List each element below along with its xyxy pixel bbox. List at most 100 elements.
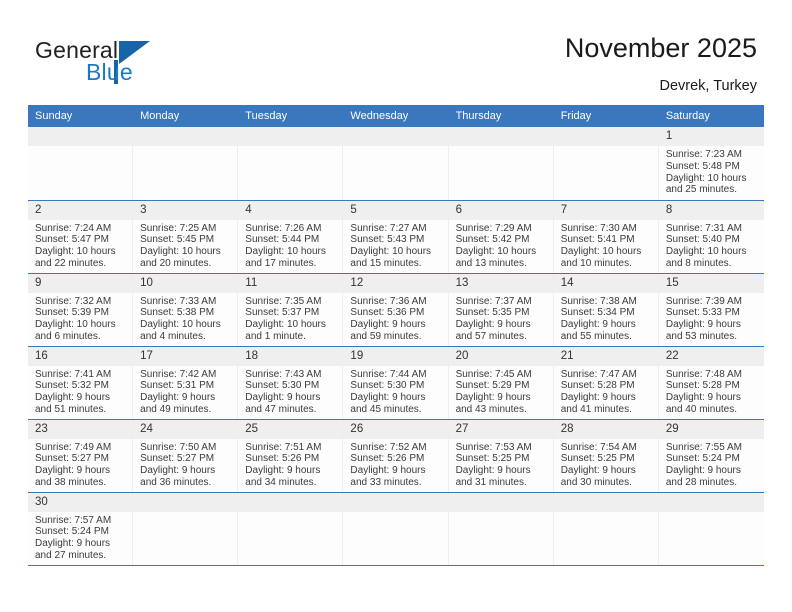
calendar-day-cell[interactable]: 8 Sunrise: 7:31 AM Sunset: 5:40 PM Daylight…: [658, 200, 764, 274]
calendar-day-cell[interactable]: 26 Sunrise: 7:52 AM Sunset: 5:26 PM Dayligh…: [343, 419, 449, 493]
calendar-day-cell[interactable]: 23 Sunrise: 7:49 AM Sunset: 5:27 PM Dayligh…: [28, 419, 134, 493]
calendar-grid: Sunday Monday Tuesday Wednesday Thursday Frid…: [28, 105, 764, 566]
day-cell-inner: [553, 127, 659, 200]
sunset-text: Sunset: 5:39 PM: [35, 307, 109, 319]
daylight-text-line2: and 1 minute.: [245, 330, 306, 342]
day-cell-inner: 5 Sunrise: 7:27 AM Sunset: 5:43 PM Daylight…: [343, 200, 449, 273]
weekday-header-thursday: Thursday: [448, 105, 554, 127]
day-number: [28, 127, 133, 146]
calendar-day-cell[interactable]: 16 Sunrise: 7:41 AM Sunset: 5:32 PM Dayligh…: [28, 346, 134, 420]
daylight-text-line1: Daylight: 9 hours: [350, 465, 426, 477]
day-number: 19: [343, 346, 448, 366]
daylight-text-line1: Daylight: 10 hours: [665, 246, 747, 258]
sunrise-text: Sunrise: 7:44 AM: [350, 368, 427, 380]
sunrise-text: Sunrise: 7:36 AM: [350, 295, 427, 307]
calendar-day-cell[interactable]: 2 Sunrise: 7:24 AM Sunset: 5:47 PM Daylight…: [28, 200, 134, 274]
sunrise-text: Sunrise: 7:23 AM: [665, 149, 742, 160]
day-number: [553, 492, 658, 512]
sunset-text: Sunset: 5:41 PM: [560, 234, 635, 246]
sunrise-text: Sunrise: 7:48 AM: [665, 368, 742, 380]
calendar-day-cell[interactable]: 19 Sunrise: 7:44 AM Sunset: 5:30 PM Dayligh…: [343, 346, 449, 420]
calendar-day-cell[interactable]: 28 Sunrise: 7:54 AM Sunset: 5:25 PM Dayligh…: [553, 419, 659, 493]
calendar-day-cell[interactable]: 27 Sunrise: 7:53 AM Sunset: 5:25 PM Dayligh…: [448, 419, 554, 493]
day-cell-inner: 25 Sunrise: 7:51 AM Sunset: 5:26 PM Dayligh…: [238, 419, 344, 492]
sunset-text: Sunset: 5:25 PM: [560, 453, 635, 465]
sunset-text: Sunset: 5:26 PM: [350, 453, 425, 465]
day-details: Sunrise: 7:51 AM Sunset: 5:26 PM Daylight:…: [238, 439, 342, 489]
sunrise-text: Sunrise: 7:38 AM: [560, 295, 637, 307]
day-cell-inner: 13 Sunrise: 7:37 AM Sunset: 5:35 PM Dayligh…: [448, 273, 554, 346]
brand-logo[interactable]: General Blue: [35, 38, 245, 90]
weekday-header-monday: Monday: [133, 105, 239, 127]
day-details: Sunrise: 7:50 AM Sunset: 5:27 PM Daylight:…: [133, 439, 237, 489]
calendar-week-row: 9 Sunrise: 7:32 AM Sunset: 5:39 PM Daylight…: [28, 273, 764, 347]
day-cell-inner: [238, 492, 344, 565]
page-title: November 2025: [564, 33, 757, 63]
daylight-text-line2: and 22 minutes.: [35, 257, 107, 269]
calendar-day-cell[interactable]: 12 Sunrise: 7:36 AM Sunset: 5:36 PM Dayligh…: [343, 273, 449, 347]
day-number: 12: [343, 273, 448, 293]
calendar-day-cell[interactable]: 9 Sunrise: 7:32 AM Sunset: 5:39 PM Daylight…: [28, 273, 134, 347]
calendar-day-cell[interactable]: 15 Sunrise: 7:39 AM Sunset: 5:33 PM Dayligh…: [658, 273, 764, 347]
day-cell-inner: 30 Sunrise: 7:57 AM Sunset: 5:24 PM Dayligh…: [28, 492, 134, 565]
calendar-day-cell[interactable]: 3 Sunrise: 7:25 AM Sunset: 5:45 PM Daylight…: [133, 200, 239, 274]
calendar-day-cell[interactable]: 11 Sunrise: 7:35 AM Sunset: 5:37 PM Dayligh…: [238, 273, 344, 347]
day-cell-inner: 19 Sunrise: 7:44 AM Sunset: 5:30 PM Dayligh…: [343, 346, 449, 419]
calendar-day-cell[interactable]: 5 Sunrise: 7:27 AM Sunset: 5:43 PM Daylight…: [343, 200, 449, 274]
daylight-text-line1: Daylight: 9 hours: [665, 392, 741, 404]
sunset-text: Sunset: 5:37 PM: [245, 307, 320, 319]
day-number: 14: [553, 273, 658, 293]
day-number: 28: [553, 419, 658, 439]
day-cell-inner: 3 Sunrise: 7:25 AM Sunset: 5:45 PM Daylight…: [133, 200, 239, 273]
day-number: [343, 127, 448, 146]
day-details: Sunrise: 7:43 AM Sunset: 5:30 PM Daylight:…: [238, 366, 342, 416]
sunset-text: Sunset: 5:26 PM: [245, 453, 320, 465]
calendar-day-cell[interactable]: 25 Sunrise: 7:51 AM Sunset: 5:26 PM Dayligh…: [238, 419, 344, 493]
calendar-day-cell[interactable]: 24 Sunrise: 7:50 AM Sunset: 5:27 PM Dayligh…: [133, 419, 239, 493]
daylight-text-line2: and 10 minutes.: [560, 257, 632, 269]
sunrise-text: Sunrise: 7:52 AM: [350, 441, 427, 453]
calendar-day-cell[interactable]: 30 Sunrise: 7:57 AM Sunset: 5:24 PM Dayligh…: [28, 492, 134, 566]
calendar-day-cell-empty: [343, 127, 449, 201]
day-details: Sunrise: 7:44 AM Sunset: 5:30 PM Daylight:…: [343, 366, 447, 416]
day-details: Sunrise: 7:39 AM Sunset: 5:33 PM Daylight:…: [659, 293, 764, 343]
calendar-day-cell[interactable]: 7 Sunrise: 7:30 AM Sunset: 5:41 PM Daylight…: [553, 200, 659, 274]
day-cell-inner: 16 Sunrise: 7:41 AM Sunset: 5:32 PM Dayligh…: [28, 346, 134, 419]
day-cell-inner: 10 Sunrise: 7:33 AM Sunset: 5:38 PM Dayligh…: [133, 273, 239, 346]
calendar-day-cell[interactable]: 4 Sunrise: 7:26 AM Sunset: 5:44 PM Daylight…: [238, 200, 344, 274]
sunrise-text: Sunrise: 7:49 AM: [35, 441, 112, 453]
sunset-text: Sunset: 5:27 PM: [140, 453, 215, 465]
calendar-day-cell-empty: [553, 492, 659, 566]
calendar-day-cell[interactable]: 1 Sunrise: 7:23 AM Sunset: 5:48 PM Daylight…: [658, 127, 764, 201]
day-cell-inner: 8 Sunrise: 7:31 AM Sunset: 5:40 PM Daylight…: [658, 200, 764, 273]
sunset-text: Sunset: 5:28 PM: [665, 380, 740, 392]
sunrise-text: Sunrise: 7:50 AM: [140, 441, 217, 453]
calendar-day-cell-empty: [133, 127, 239, 201]
calendar-table: Sunday Monday Tuesday Wednesday Thursday Frid…: [28, 105, 764, 566]
calendar-day-cell[interactable]: 22 Sunrise: 7:48 AM Sunset: 5:28 PM Dayligh…: [658, 346, 764, 420]
day-number: 26: [343, 419, 448, 439]
day-cell-inner: [133, 127, 239, 200]
daylight-text-line2: and 36 minutes.: [140, 476, 212, 488]
day-cell-inner: [448, 127, 554, 200]
day-cell-inner: 23 Sunrise: 7:49 AM Sunset: 5:27 PM Dayligh…: [28, 419, 134, 492]
calendar-day-cell[interactable]: 10 Sunrise: 7:33 AM Sunset: 5:38 PM Dayligh…: [133, 273, 239, 347]
day-details: Sunrise: 7:25 AM Sunset: 5:45 PM Daylight:…: [133, 220, 237, 270]
day-number: 8: [658, 200, 764, 220]
calendar-week-row: 23 Sunrise: 7:49 AM Sunset: 5:27 PM Dayligh…: [28, 419, 764, 493]
calendar-day-cell[interactable]: 6 Sunrise: 7:29 AM Sunset: 5:42 PM Daylight…: [448, 200, 554, 274]
calendar-day-cell[interactable]: 18 Sunrise: 7:43 AM Sunset: 5:30 PM Dayligh…: [238, 346, 344, 420]
calendar-day-cell[interactable]: 29 Sunrise: 7:55 AM Sunset: 5:24 PM Dayligh…: [658, 419, 764, 493]
daylight-text-line1: Daylight: 9 hours: [560, 319, 636, 331]
calendar-day-cell[interactable]: 14 Sunrise: 7:38 AM Sunset: 5:34 PM Dayligh…: [553, 273, 659, 347]
day-number: 23: [28, 419, 133, 439]
calendar-day-cell[interactable]: 17 Sunrise: 7:42 AM Sunset: 5:31 PM Dayligh…: [133, 346, 239, 420]
calendar-day-cell[interactable]: 20 Sunrise: 7:45 AM Sunset: 5:29 PM Dayligh…: [448, 346, 554, 420]
day-details: Sunrise: 7:45 AM Sunset: 5:29 PM Daylight:…: [449, 366, 553, 416]
sunrise-text: Sunrise: 7:53 AM: [455, 441, 532, 453]
sunrise-text: Sunrise: 7:35 AM: [245, 295, 322, 307]
page-location: Devrek, Turkey: [659, 78, 758, 94]
calendar-day-cell[interactable]: 13 Sunrise: 7:37 AM Sunset: 5:35 PM Dayligh…: [448, 273, 554, 347]
daylight-text-line1: Daylight: 10 hours: [350, 246, 432, 258]
calendar-day-cell[interactable]: 21 Sunrise: 7:47 AM Sunset: 5:28 PM Dayligh…: [553, 346, 659, 420]
